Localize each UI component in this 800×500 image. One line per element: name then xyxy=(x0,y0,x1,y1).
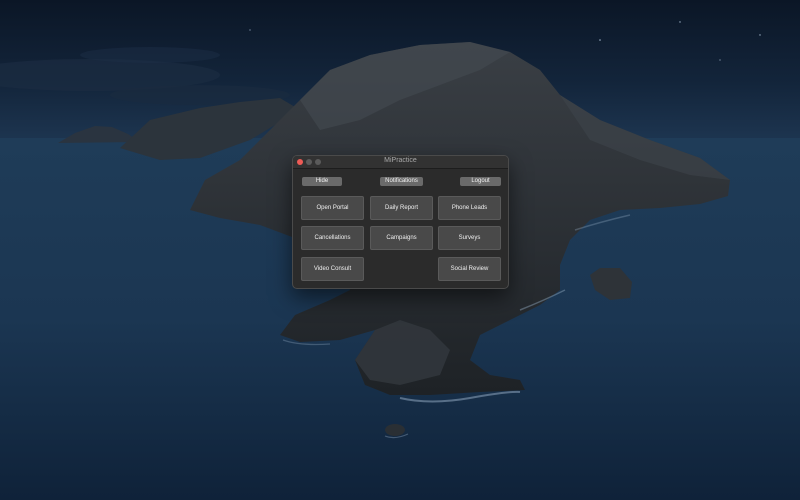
cancellations-button[interactable]: Cancellations xyxy=(301,226,364,250)
campaigns-button[interactable]: Campaigns xyxy=(370,226,433,250)
hide-button[interactable]: Hide xyxy=(302,177,342,186)
surveys-button[interactable]: Surveys xyxy=(438,226,501,250)
video-consult-button[interactable]: Video Consult xyxy=(301,257,364,281)
logout-button[interactable]: Logout xyxy=(460,177,501,186)
daily-report-button[interactable]: Daily Report xyxy=(370,196,433,220)
app-window: MiPractice Hide Notifications Logout Ope… xyxy=(292,155,509,289)
social-review-button[interactable]: Social Review xyxy=(438,257,501,281)
phone-leads-button[interactable]: Phone Leads xyxy=(438,196,501,220)
open-portal-button[interactable]: Open Portal xyxy=(301,196,364,220)
window-title: MiPractice xyxy=(384,157,417,164)
window-titlebar[interactable]: MiPractice xyxy=(293,156,508,169)
notifications-button[interactable]: Notifications xyxy=(380,177,423,186)
